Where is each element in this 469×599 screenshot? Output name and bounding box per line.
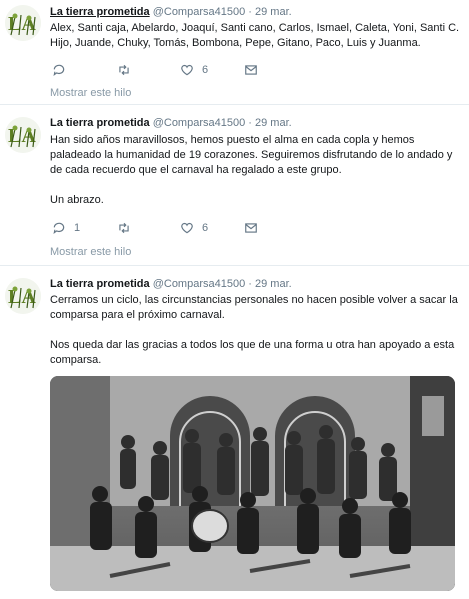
like-button[interactable]: 6 [180,62,208,78]
author-handle[interactable]: @Comparsa41500 [153,278,246,290]
heart-icon [181,64,193,76]
tweet-text: Alex, Santi caja, Abelardo, Joaquí, Sant… [50,21,460,51]
like-count: 6 [202,222,209,234]
tweet-paragraph: Han sido años maravillosos, hemos puesto… [50,134,453,176]
author-name[interactable]: La tierra prometida [50,278,150,290]
tweet-actions: 1 6 [50,220,270,236]
tweet-paragraph: Cerramos un ciclo, las circunstancias pe… [50,294,458,321]
tweet-photo[interactable] [50,376,455,591]
tweet-3[interactable]: LA La tierra prometida @Comparsa41500 · … [0,266,469,599]
author-name[interactable]: La tierra prometida [50,117,150,129]
reply-button[interactable]: 1 [52,220,80,236]
reply-button[interactable] [52,62,66,78]
retweet-icon [119,222,129,234]
tweet-date[interactable]: 29 mar. [255,278,292,290]
like-button[interactable]: 6 [180,220,208,236]
tweet-header: La tierra prometida @Comparsa41500 · 29 … [50,116,292,130]
reply-count: 1 [74,222,81,234]
author-handle[interactable]: @Comparsa41500 [153,6,246,18]
tweet-1[interactable]: LA La tierra prometida @Comparsa41500 · … [0,0,469,105]
heart-icon [181,222,193,234]
retweet-icon [119,64,129,76]
tweet-paragraph: Nos queda dar las gracias a todos los qu… [50,339,455,366]
message-button[interactable] [244,220,258,236]
tweet-paragraph: Un abrazo. [50,194,104,206]
author-name[interactable]: La tierra prometida [50,6,150,18]
tweet-actions: 6 [50,62,270,78]
separator: · [248,117,252,129]
separator: · [248,278,252,290]
retweet-button[interactable] [117,62,131,78]
avatar[interactable]: LA [5,278,41,314]
reply-icon [53,222,65,235]
tweet-header: La tierra prometida @Comparsa41500 · 29 … [50,277,292,291]
author-handle[interactable]: @Comparsa41500 [153,117,246,129]
tweet-text: Cerramos un ciclo, las circunstancias pe… [50,293,460,368]
envelope-icon [245,65,257,75]
tweet-paragraph: Alex, Santi caja, Abelardo, Joaquí, Sant… [50,22,460,49]
show-thread-link[interactable]: Mostrar este hilo [50,87,131,99]
tweet-2[interactable]: LA La tierra prometida @Comparsa41500 · … [0,105,469,266]
tweet-text: Han sido años maravillosos, hemos puesto… [50,133,460,208]
retweet-button[interactable] [117,220,131,236]
avatar[interactable]: LA [5,5,41,41]
comparsa-logo-icon: LA [5,278,41,314]
separator: · [248,6,252,18]
like-count: 6 [202,64,209,76]
message-button[interactable] [244,62,258,78]
avatar[interactable]: LA [5,117,41,153]
group-photo [50,376,455,591]
tweet-header: La tierra prometida @Comparsa41500 · 29 … [50,5,292,19]
comparsa-logo-icon: LA [5,117,41,153]
show-thread-link[interactable]: Mostrar este hilo [50,246,131,258]
envelope-icon [245,223,257,233]
tweet-date[interactable]: 29 mar. [255,117,292,129]
tweet-date[interactable]: 29 mar. [255,6,292,18]
comparsa-logo-icon: LA [5,5,41,41]
reply-icon [53,64,65,77]
